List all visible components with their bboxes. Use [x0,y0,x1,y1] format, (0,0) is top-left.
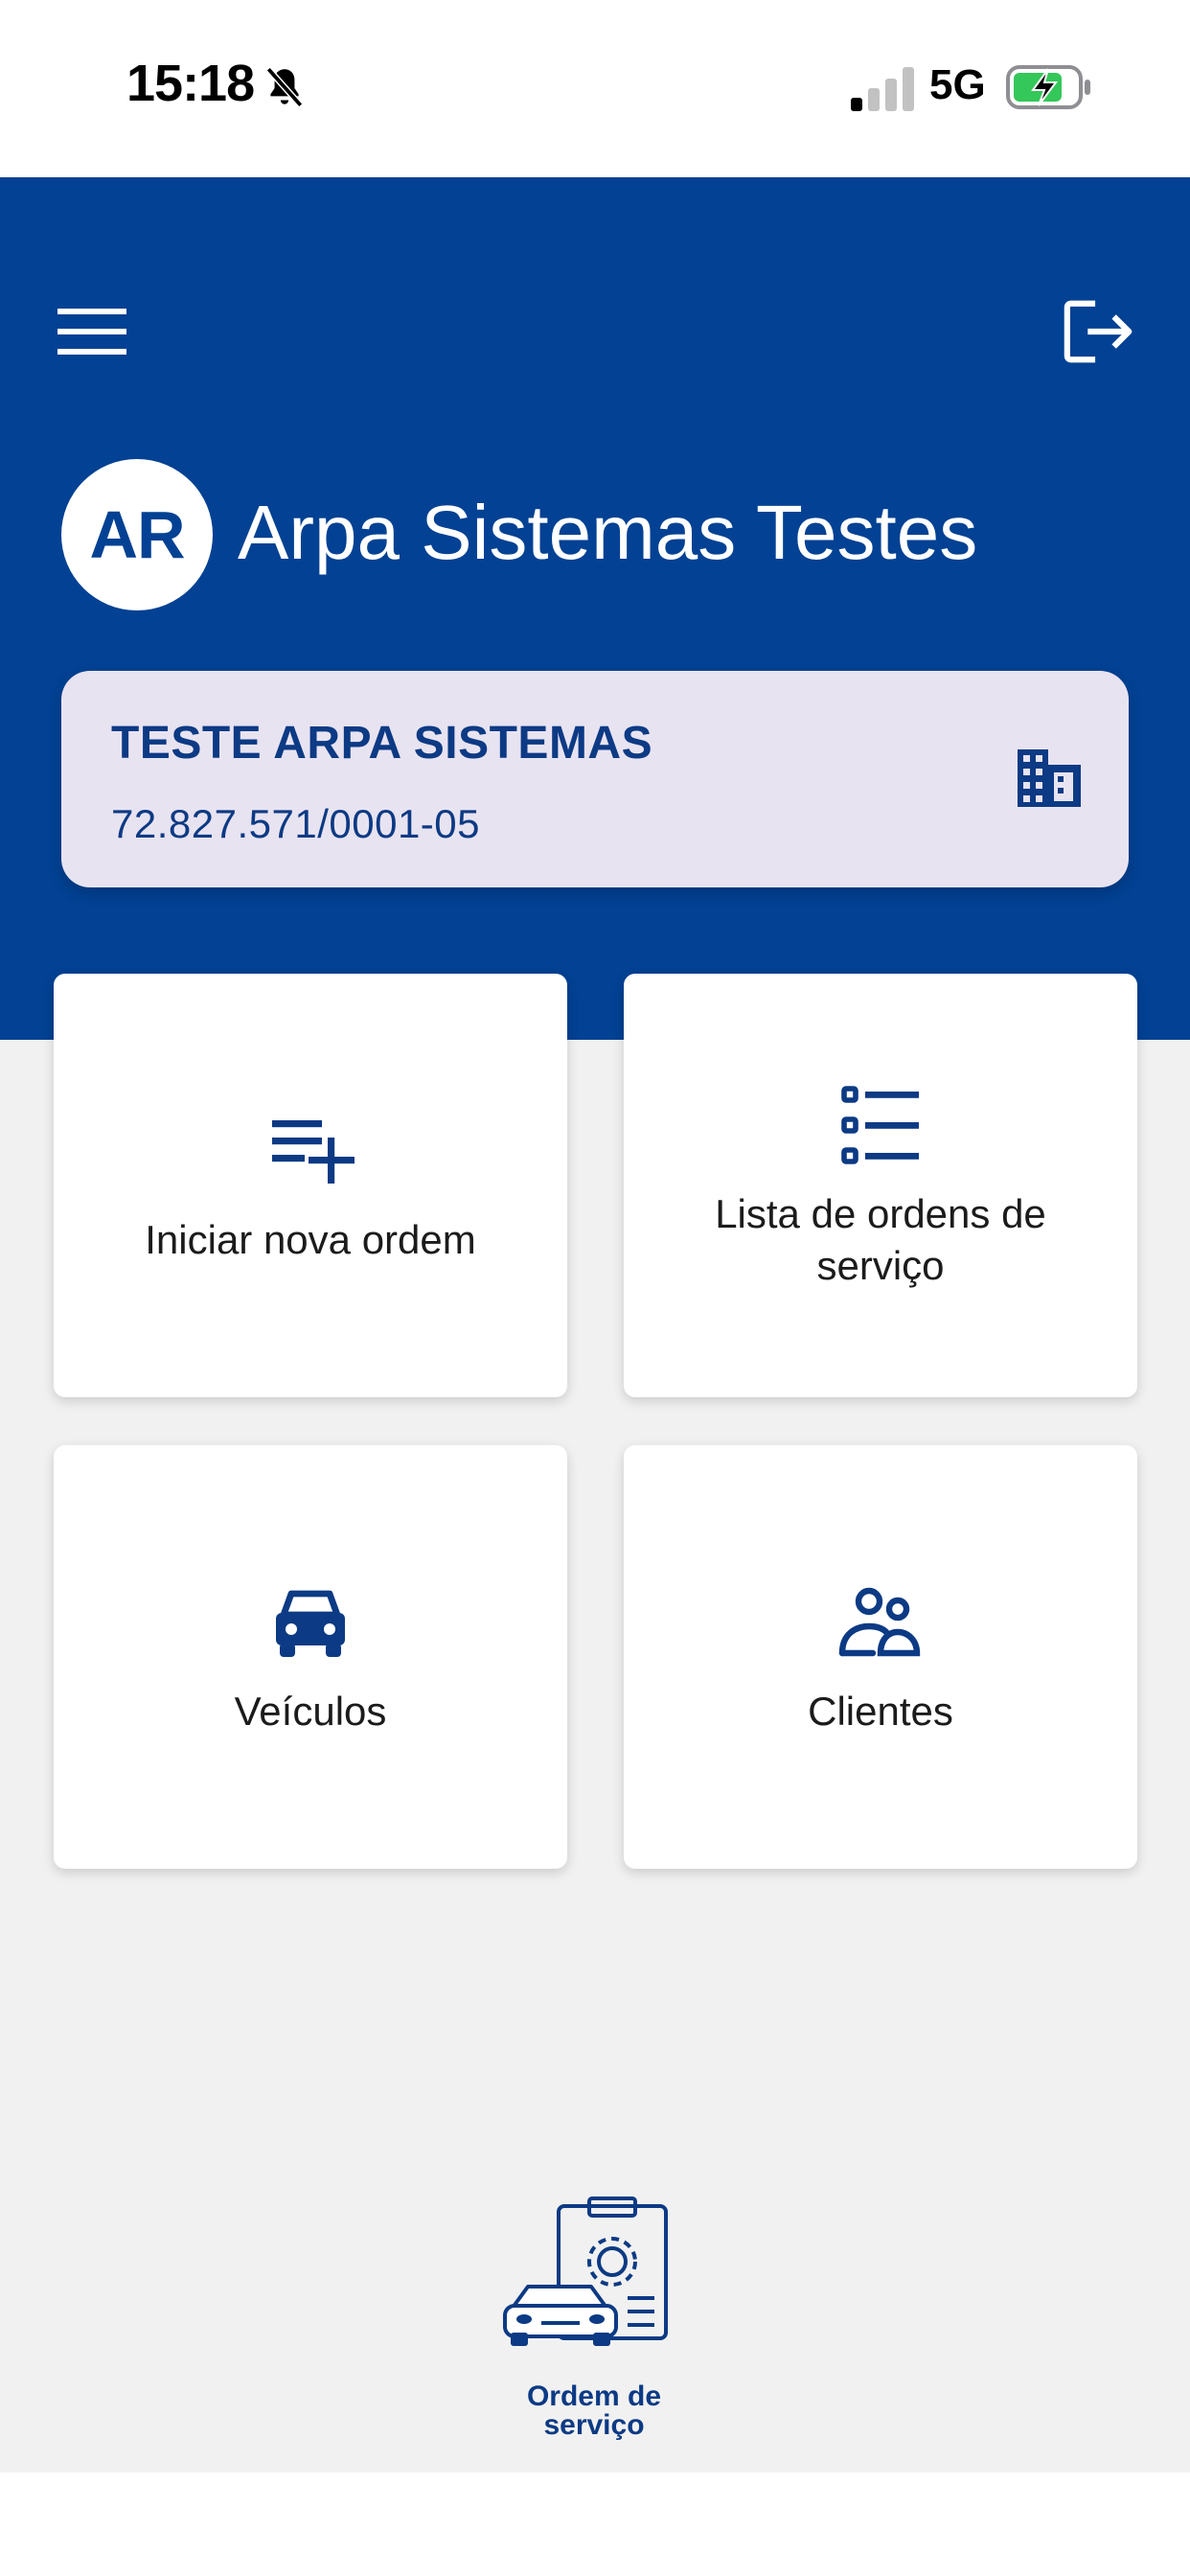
logo-text-line1: Ordem de [526,2380,662,2412]
tile-vehicles[interactable]: Veículos [54,1445,567,1869]
people-icon [838,1587,921,1657]
battery-charging-icon [1006,65,1090,109]
list-icon [841,1086,919,1164]
app-screen: 15:18 5G AR Arpa Sistemas Testes TESTE A… [0,0,1190,2576]
status-bar: 15:18 5G [0,0,1190,177]
app-header [0,177,1190,1040]
tile-new-order[interactable]: Iniciar nova ordem [54,974,567,1397]
tile-new-order-label: Iniciar nova ordem [145,1217,476,1262]
hamburger-menu-icon[interactable] [57,305,126,358]
signal-icon [851,67,914,111]
tile-clients[interactable]: Clientes [624,1445,1137,1869]
logo-text-line2: serviço [543,2409,645,2441]
building-icon [1018,749,1081,807]
company-name: Arpa Sistemas Testes [238,490,978,575]
tile-order-list[interactable]: Lista de ordens de serviço [624,974,1137,1397]
bell-slash-icon [265,67,304,107]
avatar: AR [61,459,213,610]
playlist-add-icon [272,1120,355,1184]
car-icon [276,1590,345,1657]
tile-vehicles-label: Veículos [234,1689,387,1734]
logo-text: Ordem de serviço [498,2382,690,2440]
tile-clients-label: Clientes [808,1689,953,1734]
order-service-logo-icon [503,2196,668,2346]
bottom-safe-area [0,2472,1190,2576]
network-label: 5G [929,61,986,108]
company-card-title: TESTE ARPA SISTEMAS [111,718,653,769]
company-card[interactable]: TESTE ARPA SISTEMAS 72.827.571/0001-05 [61,671,1129,887]
status-time: 15:18 [126,55,255,112]
logout-icon[interactable] [1062,297,1136,366]
company-card-cnpj: 72.827.571/0001-05 [111,801,481,846]
tile-order-list-label: Lista de ordens de serviço [715,1191,1046,1288]
